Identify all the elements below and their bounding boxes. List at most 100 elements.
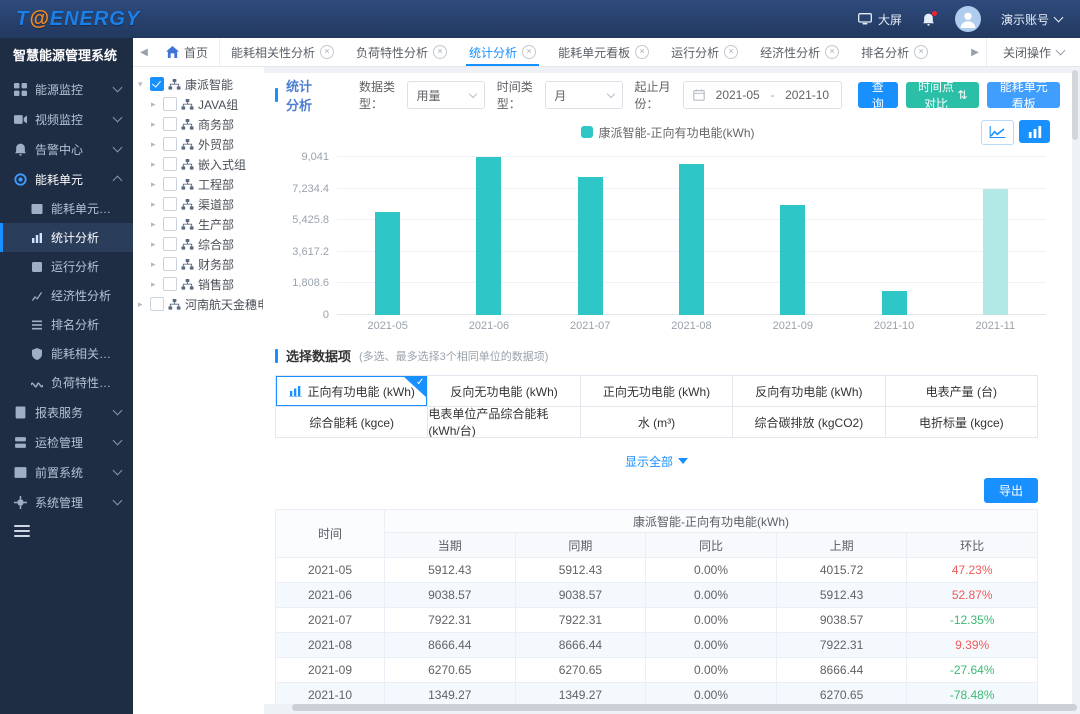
data-item-电表单位产品综合能耗 (kWh/台)[interactable]: 电表单位产品综合能耗 (kWh/台) — [428, 407, 580, 438]
tab-负荷特性分析[interactable]: 负荷特性分析× — [345, 38, 458, 66]
bar-2021-06[interactable] — [476, 157, 501, 315]
bar-2021-05[interactable] — [375, 212, 400, 315]
caret-right-icon[interactable]: ▸ — [151, 199, 159, 210]
tab-能耗相关性分析[interactable]: 能耗相关性分析× — [220, 38, 345, 66]
data-item-电表产量 (台)[interactable]: 电表产量 (台) — [886, 376, 1038, 407]
data-item-水 (m³)[interactable]: 水 (m³) — [581, 407, 733, 438]
tab-统计分析[interactable]: 统计分析× — [458, 38, 547, 66]
sidebar-item-video-monitor[interactable]: 视频监控 — [0, 104, 133, 134]
bar-2021-07[interactable] — [578, 177, 603, 315]
big-screen-button[interactable]: 大屏 — [858, 11, 902, 28]
tree-node[interactable]: ▸JAVA组 — [138, 94, 264, 114]
close-icon[interactable]: × — [320, 45, 334, 59]
vertical-scrollbar[interactable] — [1072, 70, 1078, 140]
tree-checkbox[interactable] — [163, 217, 177, 231]
caret-down-icon[interactable]: ▾ — [138, 79, 146, 90]
horizontal-scrollbar[interactable] — [292, 704, 1077, 711]
sidebar-item-load-analysis[interactable]: 负荷特性分析 — [0, 368, 133, 397]
tree-node[interactable]: ▸财务部 — [138, 254, 264, 274]
caret-right-icon[interactable]: ▸ — [151, 279, 159, 290]
data-item-综合能耗 (kgce)[interactable]: 综合能耗 (kgce) — [276, 407, 428, 438]
caret-right-icon[interactable]: ▸ — [151, 239, 159, 250]
sidebar-item-run-analysis[interactable]: 运行分析 — [0, 252, 133, 281]
tree-checkbox[interactable] — [163, 277, 177, 291]
month-range-picker[interactable]: 2021-05 - 2021-10 — [683, 81, 842, 109]
tree-node[interactable]: ▸销售部 — [138, 274, 264, 294]
export-button[interactable]: 导出 — [984, 478, 1038, 503]
tab-home[interactable]: 首页 — [155, 38, 220, 66]
tree-checkbox[interactable] — [163, 197, 177, 211]
tree-checkbox[interactable] — [163, 97, 177, 111]
tree-checkbox[interactable] — [163, 157, 177, 171]
sidebar-item-rank-analysis[interactable]: 排名分析 — [0, 310, 133, 339]
tree-checkbox[interactable] — [150, 297, 164, 311]
close-operations-menu[interactable]: 关闭操作 — [986, 38, 1080, 66]
sidebar-item-unit-board[interactable]: 能耗单元看板 — [0, 194, 133, 223]
data-item-正向无功电能 (kWh)[interactable]: 正向无功电能 (kWh) — [581, 376, 733, 407]
account-menu[interactable]: 演示账号 — [1001, 11, 1062, 28]
query-button[interactable]: 查询 — [858, 82, 898, 108]
bar-2021-10[interactable] — [882, 291, 907, 315]
bar-2021-11[interactable] — [983, 189, 1008, 315]
bar-2021-09[interactable] — [780, 205, 805, 315]
close-icon[interactable]: × — [825, 45, 839, 59]
tab-运行分析[interactable]: 运行分析× — [660, 38, 749, 66]
sidebar-item-correlation-analysis[interactable]: 能耗相关性分析 — [0, 339, 133, 368]
tree-node[interactable]: ▸生产部 — [138, 214, 264, 234]
tree-node[interactable]: ▾康派智能 — [138, 74, 264, 94]
sidebar-item-alarm-center[interactable]: 告警中心 — [0, 134, 133, 164]
caret-right-icon[interactable]: ▸ — [151, 119, 159, 130]
show-all-toggle[interactable]: 显示全部 — [275, 446, 1038, 476]
sidebar-item-stats-analysis[interactable]: 统计分析 — [0, 223, 133, 252]
sidebar-item-ops-management[interactable]: 运检管理 — [0, 427, 133, 457]
time-compare-button[interactable]: 时间点对比 ⇅ — [906, 82, 979, 108]
data-type-select[interactable]: 用量 — [407, 81, 484, 109]
close-icon[interactable]: × — [724, 45, 738, 59]
tree-checkbox[interactable] — [163, 237, 177, 251]
caret-right-icon[interactable]: ▸ — [151, 179, 159, 190]
tab-经济性分析[interactable]: 经济性分析× — [749, 38, 850, 66]
tree-node[interactable]: ▸河南航天金穗电子有 — [138, 294, 264, 314]
caret-right-icon[interactable]: ▸ — [151, 219, 159, 230]
data-item-电折标量 (kgce)[interactable]: 电折标量 (kgce) — [886, 407, 1038, 438]
tree-node[interactable]: ▸商务部 — [138, 114, 264, 134]
tree-checkbox[interactable] — [163, 137, 177, 151]
line-chart-toggle[interactable] — [981, 120, 1014, 145]
bar-chart-toggle[interactable] — [1019, 120, 1050, 143]
user-avatar[interactable] — [955, 6, 981, 32]
tree-node[interactable]: ▸综合部 — [138, 234, 264, 254]
caret-right-icon[interactable]: ▸ — [138, 299, 146, 310]
sidebar-item-energy-unit[interactable]: 能耗单元 — [0, 164, 133, 194]
tree-node[interactable]: ▸嵌入式组 — [138, 154, 264, 174]
tab-能耗单元看板[interactable]: 能耗单元看板× — [547, 38, 660, 66]
data-item-反向有功电能 (kWh)[interactable]: 反向有功电能 (kWh) — [733, 376, 885, 407]
time-type-select[interactable]: 月 — [545, 81, 622, 109]
menu-collapse-icon[interactable] — [14, 525, 30, 537]
caret-right-icon[interactable]: ▸ — [151, 259, 159, 270]
close-icon[interactable]: × — [635, 45, 649, 59]
sidebar-item-front-system[interactable]: 前置系统 — [0, 457, 133, 487]
data-item-反向无功电能 (kWh)[interactable]: 反向无功电能 (kWh) — [428, 376, 580, 407]
tabs-scroll-right[interactable]: ▶ — [964, 47, 986, 58]
data-item-综合碳排放 (kgCO2)[interactable]: 综合碳排放 (kgCO2) — [733, 407, 885, 438]
sidebar-item-economy-analysis[interactable]: 经济性分析 — [0, 281, 133, 310]
tree-node[interactable]: ▸渠道部 — [138, 194, 264, 214]
tree-node[interactable]: ▸工程部 — [138, 174, 264, 194]
data-item-正向有功电能 (kWh)[interactable]: 正向有功电能 (kWh)✓ — [276, 376, 428, 407]
close-icon[interactable]: × — [522, 45, 536, 59]
tree-checkbox[interactable] — [163, 117, 177, 131]
close-icon[interactable]: × — [433, 45, 447, 59]
caret-right-icon[interactable]: ▸ — [151, 159, 159, 170]
sidebar-item-energy-monitor[interactable]: 能源监控 — [0, 74, 133, 104]
unit-board-button[interactable]: 能耗单元看板 — [987, 82, 1060, 108]
caret-right-icon[interactable]: ▸ — [151, 99, 159, 110]
close-icon[interactable]: × — [914, 45, 928, 59]
tree-checkbox[interactable] — [163, 257, 177, 271]
caret-right-icon[interactable]: ▸ — [151, 139, 159, 150]
sidebar-item-system-management[interactable]: 系统管理 — [0, 487, 133, 517]
tree-checkbox[interactable] — [150, 77, 164, 91]
tree-node[interactable]: ▸外贸部 — [138, 134, 264, 154]
bar-2021-08[interactable] — [679, 164, 704, 316]
tab-排名分析[interactable]: 排名分析× — [850, 38, 939, 66]
tabs-scroll-left[interactable]: ◀ — [133, 47, 155, 58]
